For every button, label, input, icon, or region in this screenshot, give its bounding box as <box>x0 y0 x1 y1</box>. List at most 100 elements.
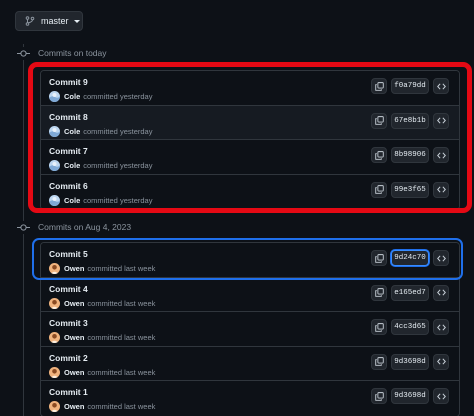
code-icon <box>436 358 446 365</box>
copy-icon <box>374 391 384 401</box>
commit-meta: Owen committed last week <box>49 366 155 378</box>
commit-title[interactable]: Commit 3 <box>49 318 88 328</box>
commit-title[interactable]: Commit 5 <box>49 249 88 259</box>
commit-time: committed yesterday <box>83 195 153 205</box>
git-commit-icon <box>17 220 30 234</box>
avatar[interactable] <box>49 332 60 343</box>
branch-selector-button[interactable]: master <box>15 11 83 31</box>
browse-repo-button[interactable] <box>433 112 449 129</box>
copy-sha-button[interactable] <box>371 147 387 163</box>
commit-meta: Cole committed yesterday <box>49 160 152 171</box>
browse-repo-button[interactable] <box>433 353 449 370</box>
branch-name: master <box>41 16 69 26</box>
commit-sha-link[interactable]: 9d3698d <box>391 388 429 404</box>
commit-time: committed yesterday <box>83 126 153 136</box>
caret-down-icon <box>73 19 80 23</box>
copy-sha-button[interactable] <box>371 112 387 129</box>
avatar[interactable] <box>49 160 60 171</box>
commit-meta: Cole committed yesterday <box>49 194 153 206</box>
commit-row[interactable]: Commit 5 Owen committed last week 9d24c70 <box>41 243 459 278</box>
code-icon <box>436 323 446 331</box>
copy-sha-button[interactable] <box>371 353 387 370</box>
avatar[interactable] <box>49 366 60 378</box>
commit-author[interactable]: Owen <box>64 402 84 411</box>
commit-time: committed yesterday <box>83 161 153 170</box>
commit-row[interactable]: Commit 9 Cole committed yesterday f0a79dd <box>41 71 459 106</box>
group-heading-aug-4: Commits on Aug 4, 2023 <box>17 220 131 234</box>
commit-row[interactable]: Commit 8 Cole committed yesterday 67e8b1b <box>41 105 459 140</box>
commit-author[interactable]: Owen <box>64 264 84 273</box>
avatar[interactable] <box>49 125 60 137</box>
commit-row[interactable]: Commit 2 Owen committed last week 9d3698d <box>41 346 459 381</box>
commit-author[interactable]: Owen <box>64 368 84 377</box>
commit-row[interactable]: Commit 4 Owen committed last week e165ed7 <box>41 277 459 312</box>
browse-repo-button[interactable] <box>433 284 449 301</box>
group-heading-text: Commits on today <box>38 48 107 58</box>
copy-icon <box>374 150 384 160</box>
commit-row[interactable]: Commit 3 Owen committed last week 4cc3d65 <box>41 312 459 347</box>
git-commit-icon <box>17 46 30 60</box>
group-heading-today: Commits on today <box>17 46 107 60</box>
commit-title[interactable]: Commit 6 <box>49 181 88 191</box>
commit-title[interactable]: Commit 8 <box>49 112 88 122</box>
copy-sha-button[interactable] <box>371 284 387 301</box>
commit-sha-link[interactable]: 67e8b1b <box>391 112 429 129</box>
commit-title[interactable]: Commit 9 <box>49 77 88 87</box>
copy-sha-button[interactable] <box>371 78 387 94</box>
commit-sha-link[interactable]: e165ed7 <box>391 284 429 301</box>
commit-meta: Cole committed yesterday <box>49 125 153 137</box>
avatar[interactable] <box>49 401 60 412</box>
copy-sha-button[interactable] <box>371 250 387 266</box>
avatar[interactable] <box>49 91 60 102</box>
copy-sha-button[interactable] <box>371 388 387 404</box>
commit-actions: f0a79dd <box>371 78 449 94</box>
browse-repo-button[interactable] <box>433 78 449 94</box>
copy-icon <box>374 116 384 125</box>
commit-row[interactable]: Commit 7 Cole committed yesterday 8b98906 <box>41 140 459 175</box>
copy-sha-button[interactable] <box>371 181 387 198</box>
avatar[interactable] <box>49 297 60 309</box>
commit-time: committed last week <box>87 264 156 273</box>
code-icon <box>436 254 446 262</box>
commit-sha-link[interactable]: 8b98906 <box>391 147 429 163</box>
commit-author[interactable]: Cole <box>64 196 80 205</box>
commit-actions: 9d24c70 <box>371 250 449 266</box>
browse-repo-button[interactable] <box>433 181 449 198</box>
copy-sha-button[interactable] <box>371 319 387 335</box>
browse-repo-button[interactable] <box>433 388 449 404</box>
code-icon <box>436 186 446 193</box>
commit-author[interactable]: Cole <box>64 127 80 136</box>
commit-row[interactable]: Commit 1 Owen committed last week 9d3698d <box>41 381 459 416</box>
code-icon <box>436 151 446 159</box>
avatar[interactable] <box>49 194 60 206</box>
browse-repo-button[interactable] <box>433 250 449 266</box>
git-branch-icon <box>25 16 35 26</box>
avatar[interactable] <box>49 263 60 274</box>
commit-title[interactable]: Commit 2 <box>49 353 88 363</box>
commit-row[interactable]: Commit 6 Cole committed yesterday 99e3f65 <box>41 174 459 209</box>
commit-author[interactable]: Cole <box>64 92 80 101</box>
copy-icon <box>374 322 384 332</box>
browse-repo-button[interactable] <box>433 319 449 335</box>
commit-title[interactable]: Commit 1 <box>49 387 88 397</box>
commit-title[interactable]: Commit 7 <box>49 146 88 156</box>
commit-actions: 9d3698d <box>371 353 449 370</box>
browse-repo-button[interactable] <box>433 147 449 163</box>
commit-sha-link[interactable]: 9d24c70 <box>391 250 429 266</box>
commit-title[interactable]: Commit 4 <box>49 284 88 294</box>
copy-icon <box>374 253 384 263</box>
commit-actions: 67e8b1b <box>371 112 449 129</box>
copy-icon <box>374 357 384 366</box>
commit-time: committed yesterday <box>83 92 153 101</box>
commit-author[interactable]: Cole <box>64 161 80 170</box>
copy-icon <box>374 81 384 91</box>
commit-sha-link[interactable]: 9d3698d <box>391 353 429 370</box>
commit-sha-link[interactable]: f0a79dd <box>391 78 429 94</box>
commit-author[interactable]: Owen <box>64 299 84 308</box>
commit-author[interactable]: Owen <box>64 333 84 342</box>
commit-sha-link[interactable]: 4cc3d65 <box>391 319 429 335</box>
code-icon <box>436 82 446 90</box>
code-icon <box>436 289 446 296</box>
commit-actions: 4cc3d65 <box>371 319 449 335</box>
commit-sha-link[interactable]: 99e3f65 <box>391 181 429 198</box>
